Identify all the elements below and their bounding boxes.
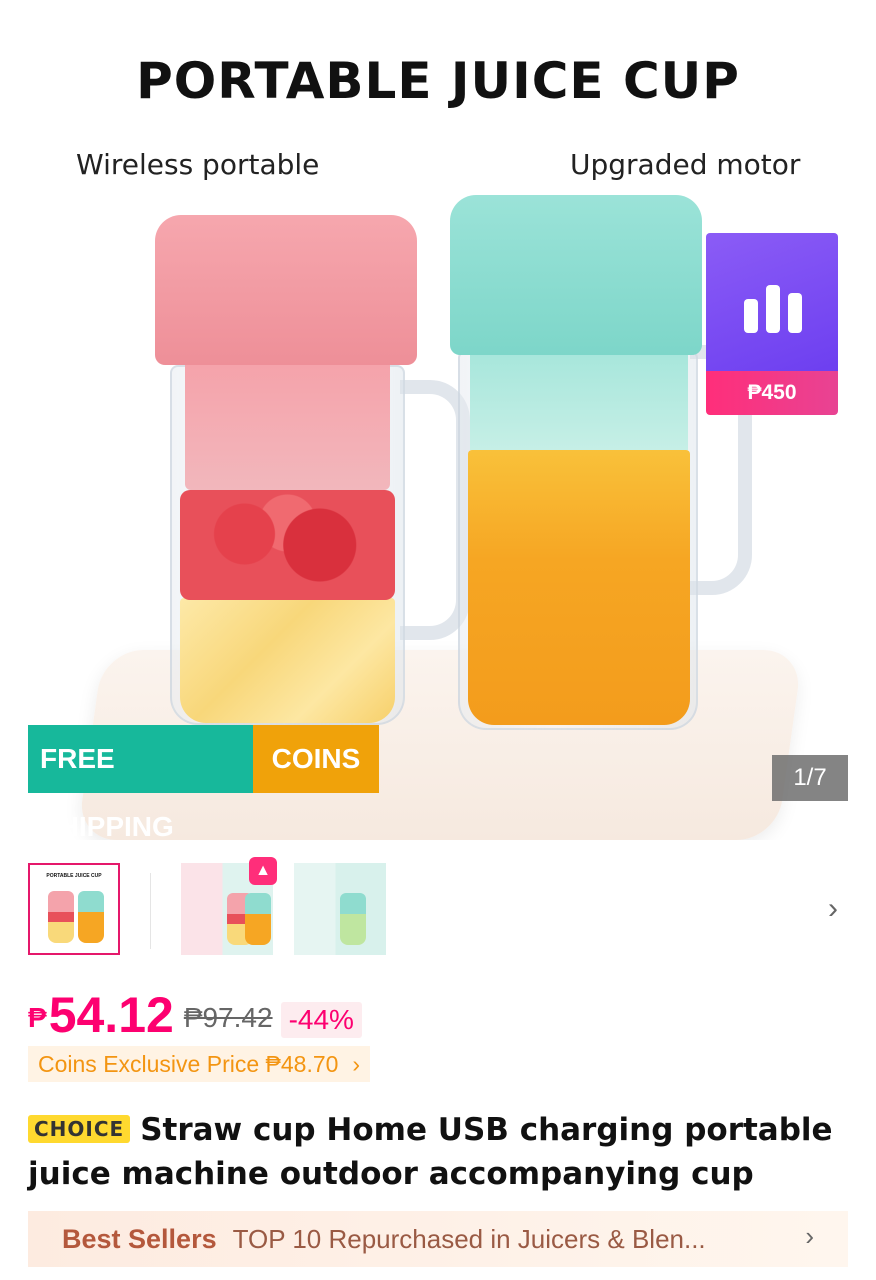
image-counter: 1/7 [772,755,848,801]
promo-price: ₱450 [706,371,838,415]
fire-icon: ▲ [249,857,277,885]
product-title: CHOICE Straw cup Home USB charging portab… [28,1108,858,1196]
mini-teal-cup [245,893,271,945]
mini-teal-cup [78,891,104,943]
chevron-right-icon: › [352,1051,361,1077]
orange-juice-fill [468,450,690,725]
teal-cup-lid [450,195,702,355]
best-sellers-label: Best Sellers [62,1223,217,1254]
currency-symbol: ₱ [28,1002,47,1033]
caption-wireless: Wireless portable [76,148,320,181]
hero-title: PORTABLE JUICE CUP [136,52,740,110]
coins-exclusive-price[interactable]: Coins Exclusive Price ₱48.70 › [28,1046,371,1082]
chevron-right-icon[interactable]: › [818,891,848,927]
thumbnail-1[interactable]: PORTABLE JUICE CUP [28,863,120,955]
free-shipping-badge: FREE SHIPPING [28,725,253,840]
strawberry-fill [180,490,395,600]
bar-chart-icon [744,285,802,333]
shipping-badges: FREE SHIPPING COINS [28,725,379,840]
coins-badge: COINS [253,725,379,793]
thumbnail-title: PORTABLE JUICE CUP [46,873,102,879]
teal-blade-housing [470,350,688,450]
coins-exclusive-text: Coins Exclusive Price ₱48.70 [38,1051,339,1077]
discount-badge: -44% [280,1002,362,1038]
price-row: ₱ 54.12 ₱97.42 -44% [28,986,362,1042]
chevron-right-icon: › [805,1221,814,1251]
live-promo-badge[interactable]: ₱450 [706,233,838,415]
pink-cup-lid [155,215,417,365]
caption-motor: Upgraded motor [570,148,801,181]
best-sellers-banner[interactable]: Best Sellers TOP 10 Repurchased in Juice… [28,1211,848,1267]
mini-pink-cup [48,891,74,943]
product-title-text: Straw cup Home USB charging portable jui… [28,1112,833,1192]
mini-teal-cup [340,893,366,945]
thumbnail-3[interactable] [294,863,386,955]
pink-blade-housing [185,360,390,490]
product-image-gallery[interactable]: PORTABLE JUICE CUP Wireless portable Upg… [0,0,876,840]
thumbnail-divider [150,873,151,949]
current-price: 54.12 [48,987,174,1043]
thumbnail-strip: PORTABLE JUICE CUP ▲ › [0,855,876,963]
original-price: ₱97.42 [183,1002,273,1033]
pineapple-fill [180,598,395,723]
best-sellers-text: TOP 10 Repurchased in Juicers & Blen... [232,1223,706,1254]
choice-tag: CHOICE [28,1115,131,1143]
